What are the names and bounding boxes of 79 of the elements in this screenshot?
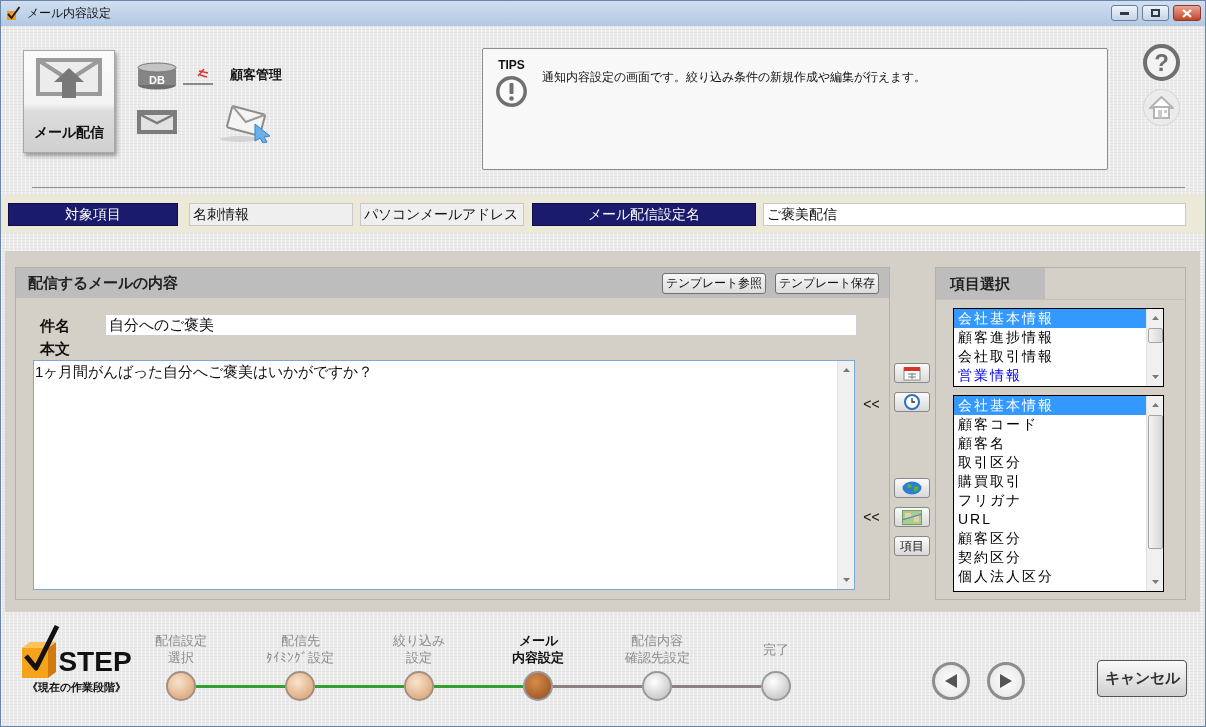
- right-triangle-icon[interactable]: [1000, 674, 1012, 688]
- scroll-down-icon[interactable]: [842, 578, 850, 582]
- scroll-up-icon[interactable]: [1151, 403, 1159, 407]
- globe-button[interactable]: [894, 478, 930, 498]
- app-icon: [6, 6, 21, 21]
- list-item[interactable]: URL: [954, 510, 1146, 529]
- body-textarea[interactable]: 1ヶ月間がんばった自分へご褒美はいかがですか？: [33, 360, 855, 590]
- step-label: 配信内容 確認先設定: [623, 632, 691, 666]
- globe-icon[interactable]: [902, 481, 922, 495]
- readonly-field: パソコンメールアドレス: [360, 203, 524, 226]
- scrollbar-thumb[interactable]: [1147, 328, 1163, 343]
- item-button[interactable]: 項目: [894, 536, 930, 556]
- close-icon[interactable]: [1182, 8, 1192, 18]
- exclamation-icon: [496, 76, 527, 107]
- map-button[interactable]: [894, 507, 930, 527]
- tips-message: 通知内容設定の画面です。絞り込み条件の新規作成や編集が行えます。: [542, 70, 926, 84]
- map-icon[interactable]: [902, 509, 922, 525]
- template-button[interactable]: テンプレート参照: [662, 272, 766, 294]
- section-title: 配信するメールの内容: [28, 273, 178, 293]
- panel-title: 項目選択: [936, 268, 1045, 299]
- step-label: 完了: [762, 640, 790, 659]
- name-field[interactable]: ご褒美配信: [763, 203, 1186, 226]
- app-name: 顧客管理: [230, 66, 282, 84]
- field-label: 対象項目: [8, 203, 178, 226]
- step-label: 配信設定 選択: [154, 632, 208, 666]
- step-label: 絞り込み 設定: [392, 632, 446, 666]
- scrollbar[interactable]: [1146, 396, 1163, 591]
- scroll-up-icon[interactable]: [1151, 316, 1159, 320]
- scroll-up-icon[interactable]: [842, 368, 850, 372]
- body-label: 本文: [40, 339, 70, 358]
- clock-button[interactable]: [894, 392, 930, 412]
- subject-label: 件名: [40, 315, 71, 335]
- home-icon[interactable]: [1143, 89, 1180, 126]
- scroll-down-icon[interactable]: [1151, 375, 1159, 379]
- forward-button[interactable]: [987, 662, 1025, 700]
- list-item[interactable]: 個人法人区分: [954, 567, 1146, 586]
- scrollbar[interactable]: [1146, 309, 1163, 386]
- insert-arrow: <<: [863, 396, 880, 412]
- step-logo-text: STEP: [58, 648, 132, 676]
- calendar-icon[interactable]: [903, 365, 921, 381]
- readonly-field: 名刺情報: [189, 203, 353, 226]
- left-triangle-icon[interactable]: [945, 674, 957, 688]
- list-item[interactable]: 購買取引: [954, 472, 1146, 491]
- list-item[interactable]: 取引区分: [954, 453, 1146, 472]
- tips-heading: TIPS: [498, 58, 525, 72]
- step-label: メール 内容設定: [511, 632, 565, 666]
- list-item[interactable]: フリガナ: [954, 491, 1146, 510]
- list-item[interactable]: 会社取引情報: [954, 347, 1146, 366]
- back-button[interactable]: [932, 662, 970, 700]
- list-item[interactable]: 顧客コード: [954, 415, 1146, 434]
- scrollbar[interactable]: [837, 361, 854, 589]
- subject-field[interactable]: 自分へのご褒美: [105, 314, 857, 336]
- field-list[interactable]: 会社基本情報 顧客コード 顧客名 取引区分 購買取引 フリガナ URL 顧客区分 契約区分 個人法人区分: [953, 395, 1164, 592]
- mail-icon[interactable]: [137, 110, 177, 134]
- close-button[interactable]: [1173, 5, 1201, 21]
- list-item[interactable]: 顧客名: [954, 434, 1146, 453]
- list-item[interactable]: 顧客進捗情報: [954, 328, 1146, 347]
- template-button[interactable]: テンプレート保存: [775, 272, 879, 294]
- maximize-button[interactable]: [1142, 5, 1169, 21]
- mail-delivery-button[interactable]: メール配信: [23, 50, 115, 153]
- help-button[interactable]: ?: [1143, 44, 1180, 81]
- cancel-button[interactable]: キャンセル: [1097, 660, 1187, 697]
- scroll-down-icon[interactable]: [1151, 580, 1159, 584]
- calendar-button[interactable]: [894, 363, 930, 383]
- insert-arrow: <<: [863, 509, 880, 525]
- category-list[interactable]: 会社基本情報 顧客進捗情報 会社取引情報 営業情報: [953, 308, 1164, 387]
- minimize-button[interactable]: [1111, 5, 1138, 21]
- scrollbar-thumb[interactable]: [1147, 415, 1163, 549]
- maximize-icon[interactable]: [1151, 9, 1160, 17]
- list-item[interactable]: 顧客区分: [954, 529, 1146, 548]
- window-title: メール内容設定: [27, 5, 111, 22]
- checkbox-logo-icon: [20, 624, 61, 678]
- clock-icon[interactable]: [903, 394, 921, 410]
- step-caption: 《現在の作業段階》: [26, 680, 126, 695]
- step-label: 配信先 ﾀｲﾐﾝｸﾞ設定: [265, 632, 335, 666]
- list-item[interactable]: 契約区分: [954, 548, 1146, 567]
- field-label: メール配信設定名: [532, 203, 756, 226]
- minimize-icon[interactable]: [1120, 11, 1129, 15]
- list-item[interactable]: 営業情報: [954, 366, 1146, 385]
